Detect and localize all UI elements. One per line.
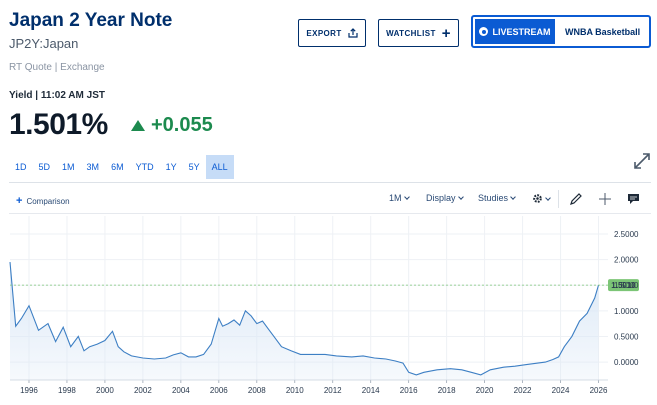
y-tick-label: 0.5000 — [614, 332, 639, 341]
x-tick-label: 1998 — [58, 386, 76, 395]
y-tick-label: 0.0000 — [614, 358, 639, 367]
x-tick-label: 2026 — [590, 386, 608, 395]
x-tick-label: 2008 — [248, 386, 266, 395]
y-tick-label: 2.0000 — [614, 256, 639, 265]
x-tick-label: 2014 — [362, 386, 380, 395]
y-tick-label: 1.0000 — [614, 307, 639, 316]
x-tick-label: 2006 — [210, 386, 228, 395]
x-tick-label: 2020 — [476, 386, 494, 395]
x-tick-label: 2002 — [134, 386, 152, 395]
x-tick-label: 1996 — [20, 386, 38, 395]
x-tick-label: 2004 — [172, 386, 190, 395]
x-tick-label: 2012 — [324, 386, 342, 395]
yield-chart[interactable]: 1.50102.50002.00001.50001.00000.50000.00… — [0, 0, 657, 405]
x-tick-label: 2000 — [96, 386, 114, 395]
x-tick-label: 2010 — [286, 386, 304, 395]
y-tick-label: 2.5000 — [614, 230, 639, 239]
y-tick-label: 1.5000 — [614, 281, 639, 290]
x-tick-label: 2022 — [514, 386, 532, 395]
x-tick-label: 2016 — [400, 386, 418, 395]
x-tick-label: 2024 — [552, 386, 570, 395]
x-tick-label: 2018 — [438, 386, 456, 395]
